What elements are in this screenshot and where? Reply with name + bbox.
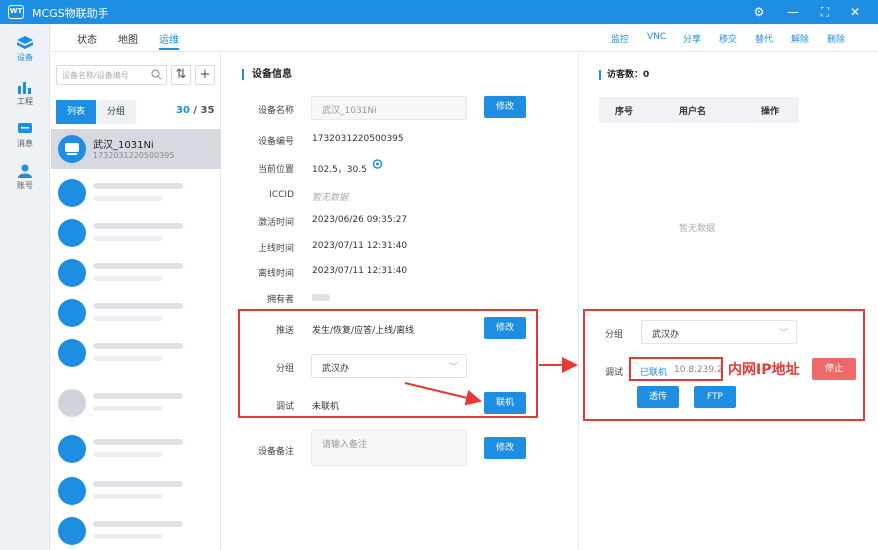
arrow-to-connect xyxy=(404,382,482,406)
annotation-arrows xyxy=(404,357,578,406)
